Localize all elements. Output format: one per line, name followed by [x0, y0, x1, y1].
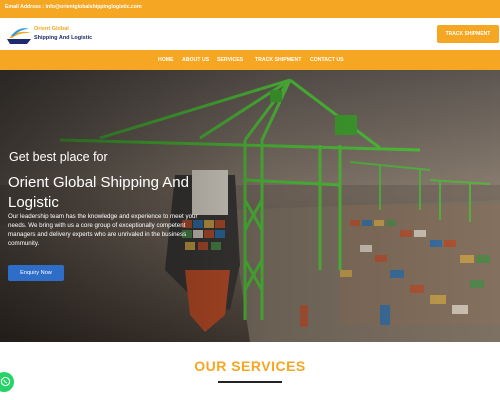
- hero-title: Orient Global Shipping And Logistic: [8, 174, 189, 211]
- ship-logo-icon: [7, 28, 31, 44]
- hero-description: Our leadership team has the knowledge an…: [8, 213, 198, 247]
- enquiry-now-button[interactable]: Enquiry Now: [8, 265, 64, 281]
- site-logo[interactable]: Orient Global Shipping And Logistic: [6, 25, 96, 47]
- nav-item-about-us[interactable]: ABOUT US: [182, 57, 209, 63]
- services-section: OUR SERVICES: [0, 342, 500, 400]
- email-address-text[interactable]: Email Address : info@orientglobalshippin…: [5, 4, 142, 10]
- nav-item-services[interactable]: SERVICES: [217, 57, 243, 63]
- nav-item-contact-us[interactable]: CONTACT US: [310, 57, 344, 63]
- main-nav: HOME ABOUT US SERVICES TRACK SHIPMENT CO…: [0, 50, 500, 70]
- services-heading-underline: [218, 381, 282, 383]
- hero-banner: Get best place for Orient Global Shippin…: [0, 70, 500, 342]
- top-bar: Email Address : info@orientglobalshippin…: [0, 0, 500, 18]
- nav-item-home[interactable]: HOME: [158, 57, 174, 63]
- whatsapp-icon: [0, 376, 11, 387]
- logo-text-line1: Orient Global: [34, 26, 69, 32]
- nav-item-track-shipment[interactable]: TRACK SHIPMENT: [255, 57, 301, 63]
- services-heading: OUR SERVICES: [194, 358, 306, 374]
- track-shipment-button[interactable]: TRACK SHIPMENT: [437, 25, 499, 43]
- site-header: Orient Global Shipping And Logistic TRAC…: [0, 18, 500, 50]
- logo-text-line2: Shipping And Logistic: [34, 35, 93, 41]
- hero-subtitle: Get best place for: [9, 150, 108, 164]
